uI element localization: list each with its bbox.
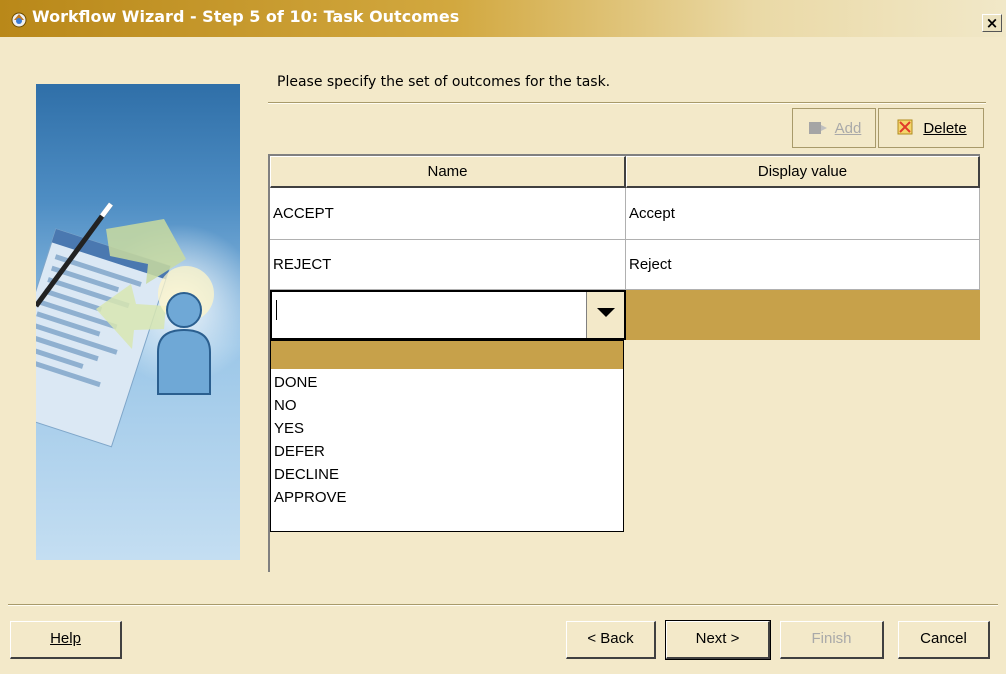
table-row-display-value[interactable]: Reject — [626, 240, 980, 290]
header-separator — [268, 102, 986, 104]
finish-button-label: Finish — [811, 630, 852, 647]
dropdown-option[interactable]: DONE — [271, 371, 623, 394]
new-row-display-value[interactable] — [626, 290, 980, 340]
chevron-down-icon — [597, 308, 615, 317]
column-header-display-value[interactable]: Display value — [626, 156, 980, 188]
dropdown-option[interactable]: DEFER — [271, 440, 623, 463]
add-button-label: Add — [834, 119, 862, 137]
footer-separator — [8, 604, 998, 606]
wizard-window: Workflow Wizard - Step 5 of 10: Task Out… — [0, 0, 1006, 674]
next-button[interactable]: Next > — [665, 620, 771, 660]
wizard-illustration — [36, 84, 240, 560]
dropdown-option[interactable]: NO — [271, 394, 623, 417]
dropdown-option[interactable]: APPROVE — [271, 486, 623, 509]
add-button[interactable]: Add — [792, 108, 876, 148]
outcome-dropdown-list: DONE NO YES DEFER DECLINE APPROVE — [270, 340, 624, 532]
wizard-app-icon — [11, 12, 27, 28]
title-bar: Workflow Wizard - Step 5 of 10: Task Out… — [0, 0, 1006, 37]
close-button[interactable]: × — [982, 14, 1002, 32]
back-button-label: < Back — [587, 630, 634, 647]
next-button-label: Next > — [695, 630, 740, 647]
outcome-name-combo[interactable] — [270, 290, 626, 340]
cancel-button[interactable]: Cancel — [898, 621, 990, 659]
help-button[interactable]: Help — [10, 621, 122, 659]
delete-button[interactable]: Delete — [878, 108, 984, 148]
column-header-name[interactable]: Name — [270, 156, 626, 188]
dropdown-option[interactable] — [271, 341, 623, 369]
delete-button-label: Delete — [923, 119, 967, 137]
combo-dropdown-button[interactable] — [586, 292, 624, 338]
instruction-text: Please specify the set of outcomes for t… — [277, 74, 611, 90]
table-row-display-value[interactable]: Accept — [626, 188, 980, 240]
close-icon: × — [985, 14, 999, 32]
window-title: Workflow Wizard - Step 5 of 10: Task Out… — [32, 7, 460, 26]
dropdown-option[interactable]: DECLINE — [271, 463, 623, 486]
cancel-button-label: Cancel — [920, 630, 967, 647]
help-button-label: Help — [50, 630, 81, 647]
text-cursor — [276, 300, 277, 320]
dropdown-option[interactable]: YES — [271, 417, 623, 440]
table-row-name[interactable]: REJECT — [270, 240, 626, 290]
add-row-icon — [808, 122, 827, 134]
back-button[interactable]: < Back — [566, 621, 656, 659]
delete-icon — [897, 119, 913, 135]
finish-button[interactable]: Finish — [780, 621, 884, 659]
table-row-name[interactable]: ACCEPT — [270, 188, 626, 240]
